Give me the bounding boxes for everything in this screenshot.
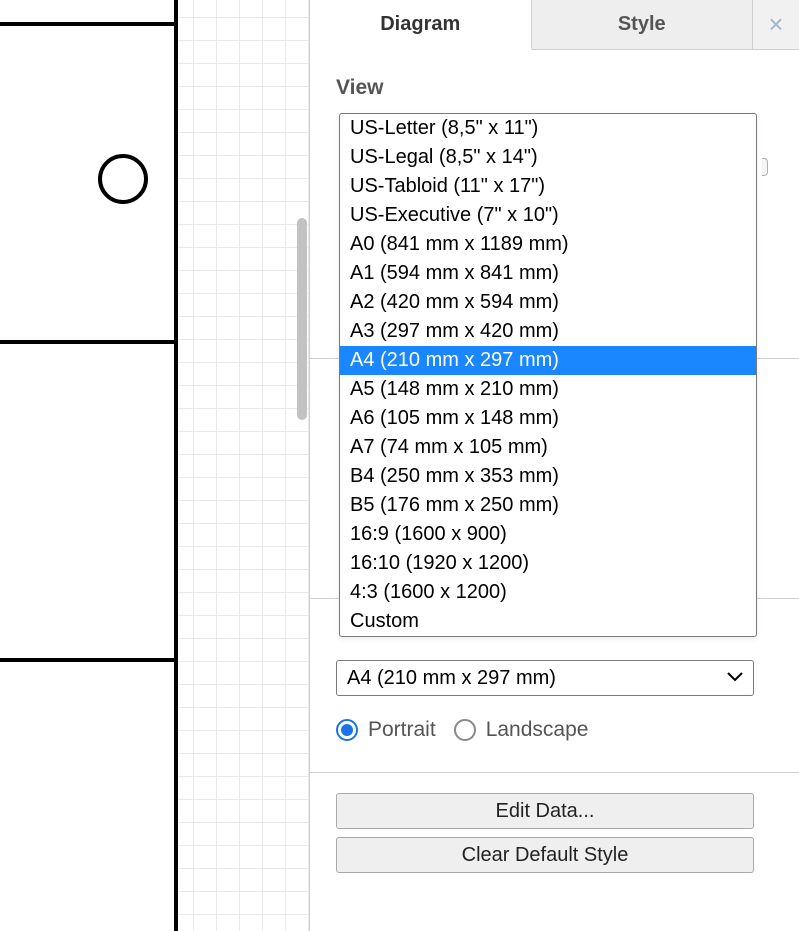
paper-size-option[interactable]: Custom — [340, 607, 756, 636]
paper-size-option[interactable]: A2 (420 mm x 594 mm) — [340, 288, 756, 317]
tab-style-label: Style — [618, 13, 666, 36]
sidebar-close-button[interactable]: × — [753, 0, 799, 49]
clear-default-style-label: Clear Default Style — [462, 844, 629, 866]
radio-icon — [454, 719, 476, 741]
canvas-scrollbar-thumb[interactable] — [297, 218, 307, 420]
uml-compartment-3[interactable] — [0, 344, 178, 662]
paper-size-option[interactable]: 4:3 (1600 x 1200) — [340, 578, 756, 607]
orientation-portrait-label: Portrait — [368, 718, 436, 742]
paper-size-option[interactable]: A6 (105 mm x 148 mm) — [340, 404, 756, 433]
paper-size-option[interactable]: US-Tabloid (11" x 17") — [340, 172, 756, 201]
paper-size-option[interactable]: A7 (74 mm x 105 mm) — [340, 433, 756, 462]
uml-compartment-2[interactable] — [0, 26, 178, 344]
paper-size-option[interactable]: B4 (250 mm x 353 mm) — [340, 462, 756, 491]
paper-size-option[interactable]: B5 (176 mm x 250 mm) — [340, 491, 756, 520]
paper-size-option[interactable]: US-Letter (8,5" x 11") — [340, 114, 756, 143]
paper-size-option[interactable]: A3 (297 mm x 420 mm) — [340, 317, 756, 346]
section-divider — [310, 772, 799, 773]
uml-compartment-4[interactable] — [0, 662, 178, 931]
orientation-radio-group: Portrait Landscape — [336, 718, 773, 742]
orientation-portrait-radio[interactable]: Portrait — [336, 718, 436, 742]
orientation-landscape-radio[interactable]: Landscape — [454, 718, 589, 742]
tab-style[interactable]: Style — [532, 0, 754, 49]
edit-data-button[interactable]: Edit Data... — [336, 793, 754, 829]
tab-diagram-label: Diagram — [380, 13, 460, 36]
sidebar-tabs: Diagram Style × — [310, 0, 799, 50]
paper-size-option[interactable]: US-Executive (7" x 10") — [340, 201, 756, 230]
paper-size-selected-label: A4 (210 mm x 297 mm) — [347, 667, 556, 690]
orientation-landscape-label: Landscape — [486, 718, 589, 742]
tab-diagram[interactable]: Diagram — [310, 0, 532, 50]
clear-default-style-button[interactable]: Clear Default Style — [336, 837, 754, 873]
interface-circle-shape[interactable] — [98, 154, 148, 204]
uml-compartment-1[interactable] — [0, 0, 178, 26]
edit-data-label: Edit Data... — [496, 800, 595, 822]
paper-size-option[interactable]: 16:10 (1920 x 1200) — [340, 549, 756, 578]
paper-size-option[interactable]: A1 (594 mm x 841 mm) — [340, 259, 756, 288]
diagram-canvas[interactable] — [0, 0, 309, 931]
view-section-title: View — [336, 76, 773, 100]
paper-size-select[interactable]: A4 (210 mm x 297 mm) — [336, 660, 754, 696]
paper-size-dropdown[interactable]: US-Letter (8,5" x 11")US-Legal (8,5" x 1… — [339, 113, 757, 637]
paper-size-option[interactable]: A4 (210 mm x 297 mm) — [340, 346, 756, 375]
paper-size-option[interactable]: A5 (148 mm x 210 mm) — [340, 375, 756, 404]
panel-edge-peek — [762, 158, 768, 176]
app-root: Diagram Style × View A4 (210 mm x 297 mm… — [0, 0, 799, 931]
paper-size-option[interactable]: A0 (841 mm x 1189 mm) — [340, 230, 756, 259]
radio-icon — [336, 719, 358, 741]
chevron-down-icon — [727, 669, 743, 687]
close-icon: × — [768, 9, 783, 40]
canvas-scrollbar-track[interactable] — [295, 0, 309, 931]
paper-size-option[interactable]: US-Legal (8,5" x 14") — [340, 143, 756, 172]
paper-size-option[interactable]: 16:9 (1600 x 900) — [340, 520, 756, 549]
